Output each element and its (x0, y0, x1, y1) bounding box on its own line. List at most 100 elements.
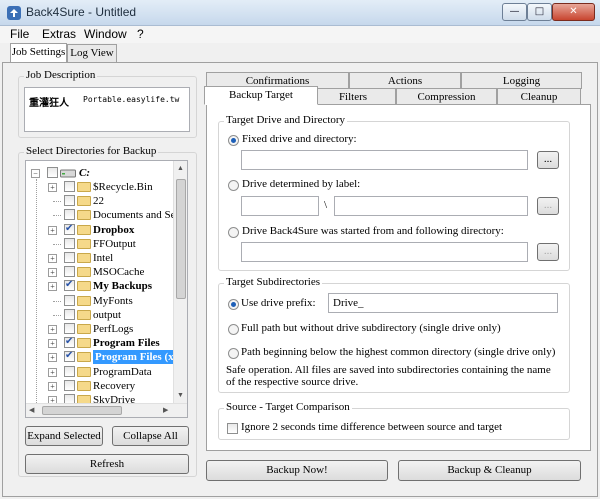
checkbox[interactable] (64, 279, 75, 292)
collapse-all-button[interactable]: Collapse All (112, 426, 189, 446)
scroll-left-icon[interactable]: ◀ (29, 406, 34, 414)
checkbox[interactable] (64, 223, 75, 235)
backup-now-button[interactable]: Backup Now! (206, 460, 388, 481)
expand-icon[interactable]: + (48, 325, 57, 334)
tab-backup-target[interactable]: Backup Target (204, 86, 318, 105)
checkbox[interactable] (64, 323, 75, 334)
tab-cleanup[interactable]: Cleanup (497, 88, 581, 105)
checkbox[interactable] (64, 308, 75, 320)
folder-icon (77, 182, 91, 192)
refresh-button[interactable]: Refresh (25, 454, 189, 474)
maximize-button[interactable]: □ (527, 3, 552, 21)
tab-logging[interactable]: Logging (461, 72, 582, 89)
checkbox[interactable] (64, 365, 75, 377)
drive-prefix-input[interactable]: Drive_ (328, 293, 558, 313)
browse-fixed-button[interactable]: ... (537, 151, 559, 169)
tab-compression[interactable]: Compression (396, 88, 497, 105)
logo-text: 重灌狂人 (29, 98, 69, 109)
tree-item[interactable]: + Intel (26, 251, 173, 265)
tree-item-label: Dropbox (93, 223, 135, 236)
folder-icon (77, 295, 91, 306)
tab-filters[interactable]: Filters (310, 88, 396, 105)
tree-item[interactable]: Documents and Sett (26, 208, 182, 222)
tree-item[interactable]: + ProgramData (26, 365, 173, 379)
tree-item[interactable]: + PerfLogs (26, 322, 173, 336)
tree-item[interactable]: + Recovery (26, 379, 173, 393)
expand-icon[interactable]: + (48, 268, 57, 278)
directory-tree[interactable]: − C: + $Recycle.Bin 22Documents and Sett + D… (25, 160, 188, 418)
expand-icon[interactable]: + (48, 254, 57, 263)
ignore-2s-checkbox[interactable] (227, 423, 238, 434)
job-description-input[interactable]: 重灌狂人 Portable.easylife.tw (24, 87, 190, 132)
checkbox[interactable] (64, 181, 75, 192)
tree-vertical-scrollbar[interactable]: ▲ ▼ (173, 161, 187, 403)
tree-root[interactable]: − C: (26, 166, 176, 180)
scroll-thumb[interactable] (176, 179, 186, 299)
app-icon (7, 6, 21, 20)
tree-item[interactable]: 22 (26, 194, 173, 208)
tree-item[interactable]: output (26, 308, 173, 322)
checkbox[interactable] (64, 252, 75, 263)
tree-item[interactable]: FFOutput (26, 237, 173, 251)
radio-drive-prefix[interactable] (228, 299, 239, 310)
backup-cleanup-button[interactable]: Backup & Cleanup (398, 460, 581, 481)
tab-log-view[interactable]: Log View (67, 44, 117, 63)
expand-icon[interactable]: + (48, 183, 57, 192)
checkbox[interactable] (64, 209, 75, 221)
browse-started-button[interactable]: ... (537, 243, 559, 261)
close-button[interactable]: ✕ (552, 3, 595, 21)
tree-item[interactable]: MyFonts (26, 294, 173, 308)
tree-item[interactable]: + Program Files (26, 336, 173, 350)
scroll-down-icon[interactable]: ▼ (177, 391, 184, 399)
radio-fixed-drive[interactable] (228, 135, 239, 146)
radio-full-path[interactable] (228, 324, 239, 335)
checkbox[interactable] (64, 336, 75, 349)
tree-item-label: Recovery (93, 379, 136, 392)
tree-item-label: Program Files (x (93, 350, 176, 365)
checkbox[interactable] (64, 266, 75, 278)
checkbox[interactable] (64, 379, 75, 391)
checkbox[interactable] (64, 294, 75, 306)
tab-job-settings[interactable]: Job Settings (10, 43, 67, 63)
tree-item[interactable]: + $Recycle.Bin (26, 180, 173, 194)
tree-item-label: MSOCache (93, 266, 145, 279)
expand-icon[interactable]: + (48, 282, 57, 292)
fixed-drive-input[interactable] (241, 150, 528, 170)
checkbox[interactable] (64, 237, 75, 249)
tree-item-label: Program Files (93, 337, 160, 350)
expand-icon[interactable]: + (48, 339, 57, 349)
radio-path-below[interactable] (228, 348, 239, 359)
tree-item[interactable]: + Program Files (x (26, 350, 176, 365)
expand-icon[interactable]: + (48, 381, 57, 391)
menu-file[interactable]: File (10, 27, 29, 41)
tab-actions[interactable]: Actions (349, 72, 461, 89)
expand-icon[interactable]: + (48, 367, 57, 377)
menu-extras[interactable]: Extras (42, 27, 76, 41)
menu-window[interactable]: Window (84, 27, 127, 41)
started-drive-input[interactable] (241, 242, 528, 262)
minimize-button[interactable]: — (502, 3, 527, 21)
checkbox[interactable] (64, 195, 75, 207)
expand-icon[interactable]: + (48, 353, 57, 363)
folder-icon (77, 196, 91, 207)
tree-horizontal-scrollbar[interactable]: ◀ ▶ (26, 403, 187, 417)
collapse-icon[interactable]: − (31, 169, 40, 178)
folder-icon (77, 309, 91, 320)
browse-label-button[interactable]: ... (537, 197, 559, 215)
expand-selected-button[interactable]: Expand Selected (25, 426, 103, 446)
drive-label-path-input[interactable] (334, 196, 528, 216)
radio-drive-label[interactable] (228, 180, 239, 191)
checkbox[interactable] (47, 167, 58, 178)
checkbox[interactable] (64, 350, 75, 363)
scroll-up-icon[interactable]: ▲ (177, 164, 184, 172)
job-description-label: Job Description (24, 69, 98, 81)
expand-icon[interactable]: + (48, 225, 57, 235)
menu-help[interactable]: ? (137, 27, 144, 41)
tree-item[interactable]: + MSOCache (26, 265, 173, 279)
hscroll-thumb[interactable] (42, 406, 122, 415)
scroll-right-icon[interactable]: ▶ (163, 406, 168, 414)
radio-started-drive[interactable] (228, 227, 239, 238)
tree-item[interactable]: + My Backups (26, 279, 173, 293)
drive-label-input[interactable] (241, 196, 319, 216)
tree-item[interactable]: + Dropbox (26, 223, 173, 237)
